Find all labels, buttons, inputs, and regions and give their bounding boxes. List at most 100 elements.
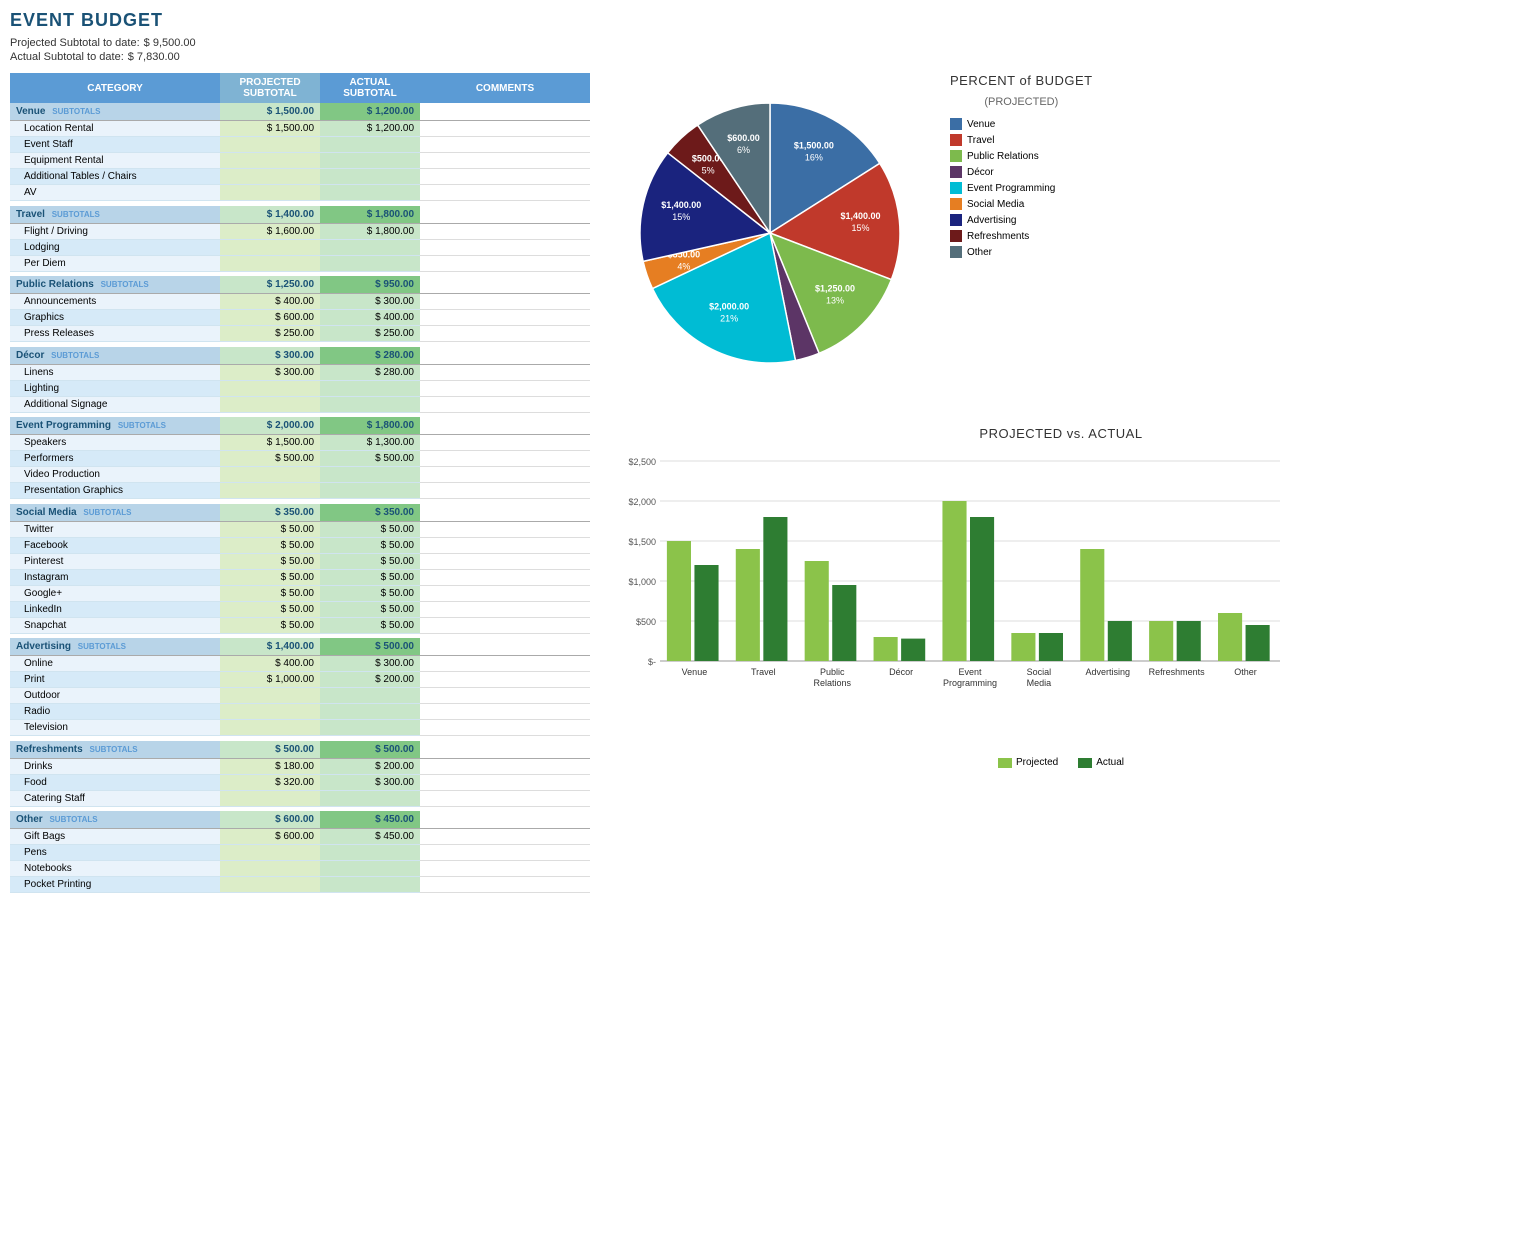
item-comments <box>420 364 590 380</box>
item-actual: $ 1,200.00 <box>320 121 420 137</box>
item-comments <box>420 845 590 861</box>
svg-text:Refreshments: Refreshments <box>1149 667 1206 677</box>
table-row: Facebook $ 50.00 $ 50.00 <box>10 537 590 553</box>
item-name: Presentation Graphics <box>10 483 220 499</box>
svg-text:13%: 13% <box>826 296 844 306</box>
item-name: Lighting <box>10 380 220 396</box>
svg-text:Advertising: Advertising <box>1086 667 1131 677</box>
table-row: Radio <box>10 704 590 720</box>
page-title: EVENT BUDGET <box>10 10 1512 31</box>
section-name: Social Media SUBTOTALS <box>10 504 220 522</box>
item-comments <box>420 396 590 412</box>
subtotal-comments <box>420 741 590 759</box>
item-name: Television <box>10 720 220 736</box>
pie-chart: $1,500.0016%$1,400.0015%$1,250.0013%$2,0… <box>610 73 930 396</box>
legend-color <box>950 150 962 162</box>
legend-label: Travel <box>967 135 994 146</box>
item-name: Graphics <box>10 310 220 326</box>
actual-total: $ 7,830.00 <box>128 51 180 63</box>
item-name: Lodging <box>10 239 220 255</box>
legend-actual: Actual <box>1078 757 1124 768</box>
subtotal-actual: $ 500.00 <box>320 638 420 656</box>
item-comments <box>420 537 590 553</box>
item-name: Snapchat <box>10 617 220 633</box>
item-projected: $ 400.00 <box>220 656 320 672</box>
svg-text:$600.00: $600.00 <box>727 133 760 143</box>
svg-text:6%: 6% <box>737 145 750 155</box>
actual-legend-color <box>1078 758 1092 768</box>
subtotal-row: Public Relations SUBTOTALS $ 1,250.00 $ … <box>10 276 590 294</box>
table-row: Video Production <box>10 467 590 483</box>
item-comments <box>420 877 590 893</box>
bar-chart-container: PROJECTED vs. ACTUAL $-$500$1,000$1,500$… <box>610 426 1512 768</box>
item-actual <box>320 137 420 153</box>
item-actual: $ 300.00 <box>320 294 420 310</box>
legend-item: Venue <box>950 118 1093 130</box>
legend-item: Public Relations <box>950 150 1093 162</box>
subtotal-row: Other SUBTOTALS $ 600.00 $ 450.00 <box>10 811 590 829</box>
subtotal-projected: $ 600.00 <box>220 811 320 829</box>
item-projected: $ 1,500.00 <box>220 435 320 451</box>
item-projected: $ 1,000.00 <box>220 672 320 688</box>
item-comments <box>420 294 590 310</box>
item-name: Linens <box>10 364 220 380</box>
item-comments <box>420 585 590 601</box>
table-row: Announcements $ 400.00 $ 300.00 <box>10 294 590 310</box>
item-projected: $ 50.00 <box>220 617 320 633</box>
legend-item: Other <box>950 246 1093 258</box>
svg-text:$1,250.00: $1,250.00 <box>815 284 855 294</box>
projected-legend-color <box>998 758 1012 768</box>
item-actual <box>320 396 420 412</box>
item-actual <box>320 877 420 893</box>
subtotal-projected: $ 350.00 <box>220 504 320 522</box>
section-name: Venue SUBTOTALS <box>10 103 220 121</box>
item-name: Flight / Driving <box>10 223 220 239</box>
subtotal-row: Refreshments SUBTOTALS $ 500.00 $ 500.00 <box>10 741 590 759</box>
legend-label: Décor <box>967 167 994 178</box>
item-name: Gift Bags <box>10 829 220 845</box>
legend-color <box>950 182 962 194</box>
pie-legend: Venue Travel Public Relations Décor Event Pr… <box>950 118 1093 258</box>
legend-item: Social Media <box>950 198 1093 210</box>
item-actual <box>320 239 420 255</box>
col-projected: PROJECTEDSUBTOTAL <box>220 73 320 103</box>
svg-text:$2,000.00: $2,000.00 <box>709 301 749 311</box>
pie-chart-info: PERCENT of BUDGET (PROJECTED) VenueTrave… <box>950 73 1093 262</box>
item-comments <box>420 239 590 255</box>
table-row: Online $ 400.00 $ 300.00 <box>10 656 590 672</box>
item-name: Food <box>10 774 220 790</box>
subtotal-comments <box>420 103 590 121</box>
projected-total: $ 9,500.00 <box>144 37 196 49</box>
item-name: Google+ <box>10 585 220 601</box>
item-actual: $ 1,300.00 <box>320 435 420 451</box>
actual-legend-label: Actual <box>1096 757 1124 768</box>
item-comments <box>420 255 590 271</box>
table-row: Twitter $ 50.00 $ 50.00 <box>10 521 590 537</box>
item-projected: $ 320.00 <box>220 774 320 790</box>
subtotal-projected: $ 1,250.00 <box>220 276 320 294</box>
item-actual: $ 300.00 <box>320 774 420 790</box>
legend-label: Event Programming <box>967 183 1055 194</box>
item-name: Per Diem <box>10 255 220 271</box>
item-actual: $ 50.00 <box>320 601 420 617</box>
subtotal-projected: $ 500.00 <box>220 741 320 759</box>
item-comments <box>420 829 590 845</box>
item-name: Instagram <box>10 569 220 585</box>
legend-color <box>950 118 962 130</box>
item-projected <box>220 467 320 483</box>
subtotal-comments <box>420 276 590 294</box>
item-actual <box>320 861 420 877</box>
item-name: Pinterest <box>10 553 220 569</box>
table-row: Event Staff <box>10 137 590 153</box>
item-projected <box>220 396 320 412</box>
legend-item: Event Programming <box>950 182 1093 194</box>
table-row: Drinks $ 180.00 $ 200.00 <box>10 758 590 774</box>
item-name: Video Production <box>10 467 220 483</box>
item-comments <box>420 121 590 137</box>
item-projected <box>220 239 320 255</box>
svg-text:Programming: Programming <box>943 678 997 688</box>
pie-chart-container: $1,500.0016%$1,400.0015%$1,250.0013%$2,0… <box>610 73 1512 396</box>
item-comments <box>420 656 590 672</box>
item-projected: $ 600.00 <box>220 310 320 326</box>
item-name: Location Rental <box>10 121 220 137</box>
